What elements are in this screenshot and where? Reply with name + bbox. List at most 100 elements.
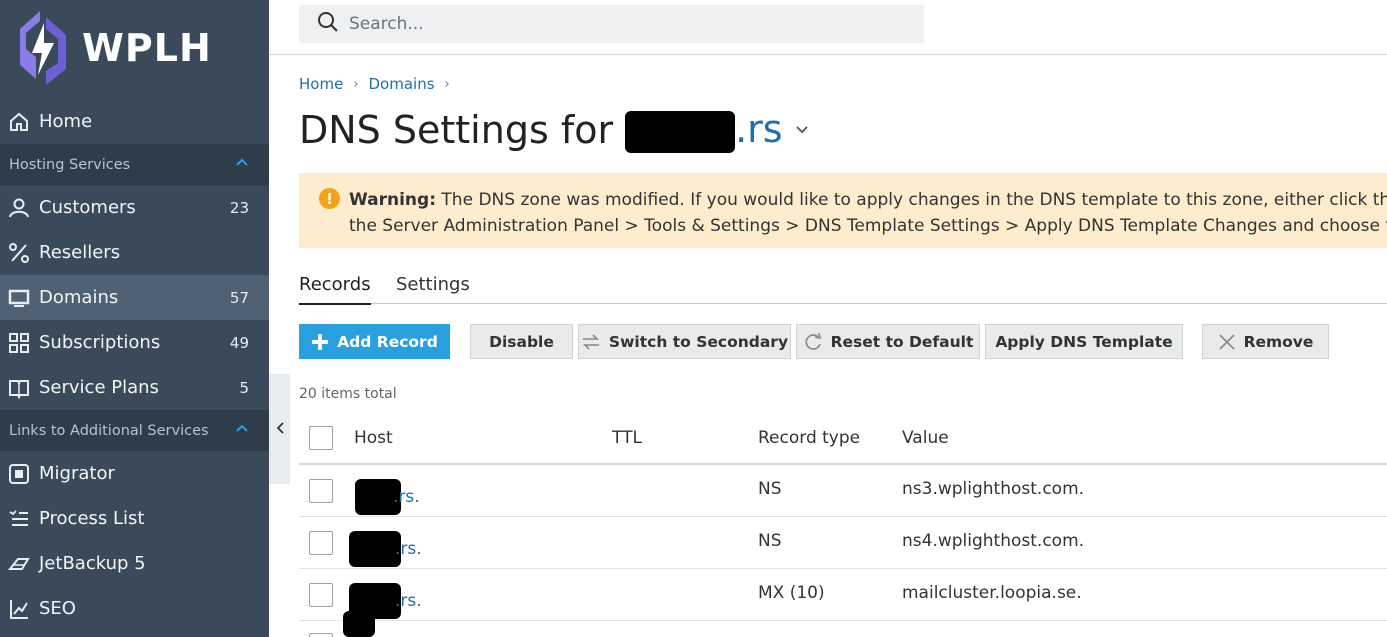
redacted-block (343, 611, 375, 637)
sidebar-item-home[interactable]: Home (0, 99, 269, 144)
logo-icon (20, 11, 66, 85)
tab-settings[interactable]: Settings (396, 274, 470, 303)
table-row: .rs. MX (10) mailcluster.loopia.se. (299, 569, 1387, 621)
section-additional-services[interactable]: Links to Additional Services (0, 410, 269, 451)
column-ttl[interactable]: TTL (612, 428, 642, 448)
apply-dns-template-button[interactable]: Apply DNS Template (985, 324, 1183, 359)
warning-icon: ! (319, 188, 340, 209)
type-cell: NS (758, 479, 782, 499)
home-icon (8, 111, 30, 133)
domain-suffix: .rs (735, 107, 783, 151)
breadcrumb-domains[interactable]: Domains (369, 75, 435, 93)
sidebar-item-migrator[interactable]: Migrator (0, 451, 269, 496)
host-suffix: .rs. (393, 487, 420, 507)
chevron-up-icon (235, 156, 249, 174)
sidebar-item-subscriptions[interactable]: Subscriptions 49 (0, 320, 269, 365)
add-record-button[interactable]: Add Record (299, 324, 450, 359)
percent-icon (8, 242, 30, 264)
count-badge: 49 (229, 333, 249, 352)
table-row: .rs. NS ns4.wplighthost.com. (299, 517, 1387, 569)
book-icon (8, 377, 30, 399)
section-hosting-services[interactable]: Hosting Services (0, 144, 269, 185)
row-checkbox[interactable] (309, 633, 333, 637)
button-label: Apply DNS Template (995, 332, 1173, 351)
column-host[interactable]: Host (354, 428, 393, 448)
value-cell: ns3.wplighthost.com. (902, 479, 1085, 499)
disable-button[interactable]: Disable (470, 324, 573, 359)
section-label: Hosting Services (9, 156, 131, 173)
reset-to-default-button[interactable]: Reset to Default (796, 324, 980, 359)
sidebar-item-label: Domains (39, 287, 119, 308)
value-cell: mailcluster.loopia.se. (902, 583, 1082, 603)
sidebar-collapse-handle[interactable] (269, 374, 290, 484)
sidebar-item-label: Customers (39, 197, 136, 218)
items-total: 20 items total (299, 386, 397, 402)
host-link[interactable]: .rs. (355, 479, 420, 515)
sidebar-item-label: Migrator (39, 463, 115, 484)
count-badge: 5 (239, 378, 249, 397)
sidebar-item-customers[interactable]: Customers 23 (0, 185, 269, 230)
section-label: Links to Additional Services (9, 422, 209, 439)
migrator-icon (8, 463, 30, 485)
remove-button[interactable]: Remove (1202, 324, 1329, 359)
value-cell: ns4.wplighthost.com. (902, 531, 1085, 551)
monitor-icon (8, 287, 30, 309)
count-badge: 57 (229, 288, 249, 307)
button-label: Add Record (337, 332, 438, 351)
search-box[interactable] (299, 5, 924, 43)
column-value[interactable]: Value (902, 428, 949, 448)
host-suffix: .rs. (395, 591, 422, 611)
table-header: Host TTL Record type Value (299, 414, 1387, 465)
switch-to-secondary-button[interactable]: Switch to Secondary (578, 324, 791, 359)
row-checkbox[interactable] (309, 479, 333, 503)
reset-icon (803, 332, 823, 352)
warning-text-2: the Server Administration Panel > Tools … (349, 216, 1387, 236)
warning-line-1: Warning: The DNS zone was modified. If y… (349, 187, 1387, 213)
domain-switcher[interactable]: .rs (625, 107, 783, 153)
logo[interactable]: WPLH (12, 8, 212, 88)
sidebar-item-seo[interactable]: SEO (0, 586, 269, 631)
sidebar-item-process-list[interactable]: Process List (0, 496, 269, 541)
select-all-checkbox[interactable] (309, 426, 333, 450)
search-input[interactable] (349, 14, 909, 34)
column-record-type[interactable]: Record type (758, 428, 860, 448)
sidebar-item-resellers[interactable]: Resellers (0, 230, 269, 275)
top-bar (269, 0, 1387, 55)
sidebar-item-service-plans[interactable]: Service Plans 5 (0, 365, 269, 410)
button-label: Remove (1243, 332, 1314, 351)
tab-records[interactable]: Records (299, 274, 371, 305)
switch-icon (581, 333, 601, 351)
sidebar-item-label: Service Plans (39, 377, 159, 398)
sidebar-item-label: JetBackup 5 (39, 553, 146, 574)
sidebar: WPLH Home Hosting Services Customers 23 … (0, 0, 269, 637)
user-icon (8, 197, 30, 219)
breadcrumb-home[interactable]: Home (299, 75, 343, 93)
page-title-text: DNS Settings for (299, 107, 614, 152)
table-row: .rs. NS ns3.wplighthost.com. (299, 465, 1387, 517)
warning-banner: ! Warning: The DNS zone was modified. If… (299, 173, 1387, 248)
close-icon (1218, 333, 1236, 351)
row-checkbox[interactable] (309, 583, 333, 607)
warning-text-1: The DNS zone was modified. If you would … (441, 190, 1387, 210)
chevron-down-icon[interactable] (795, 119, 809, 140)
sidebar-item-jetbackup[interactable]: JetBackup 5 (0, 541, 269, 586)
list-icon (8, 508, 30, 530)
sidebar-item-label: Home (39, 111, 93, 132)
host-suffix: .rs. (395, 539, 422, 559)
host-link[interactable]: .rs. (349, 531, 422, 567)
sidebar-item-domains[interactable]: Domains 57 (0, 275, 269, 320)
breadcrumb: Home › Domains › (299, 75, 460, 93)
search-icon (317, 11, 339, 37)
sidebar-item-label: Subscriptions (39, 332, 161, 353)
logo-text: WPLH (82, 26, 212, 70)
type-cell: NS (758, 531, 782, 551)
chevron-right-icon: › (353, 76, 359, 92)
count-badge: 23 (229, 198, 249, 217)
row-checkbox[interactable] (309, 531, 333, 555)
sidebar-item-label: Resellers (39, 242, 121, 263)
button-label: Disable (489, 332, 554, 351)
page-title: DNS Settings for .rs (299, 107, 809, 153)
type-cell: MX (10) (758, 583, 825, 603)
button-label: Switch to Secondary (608, 332, 789, 351)
jetbackup-icon (8, 553, 30, 575)
